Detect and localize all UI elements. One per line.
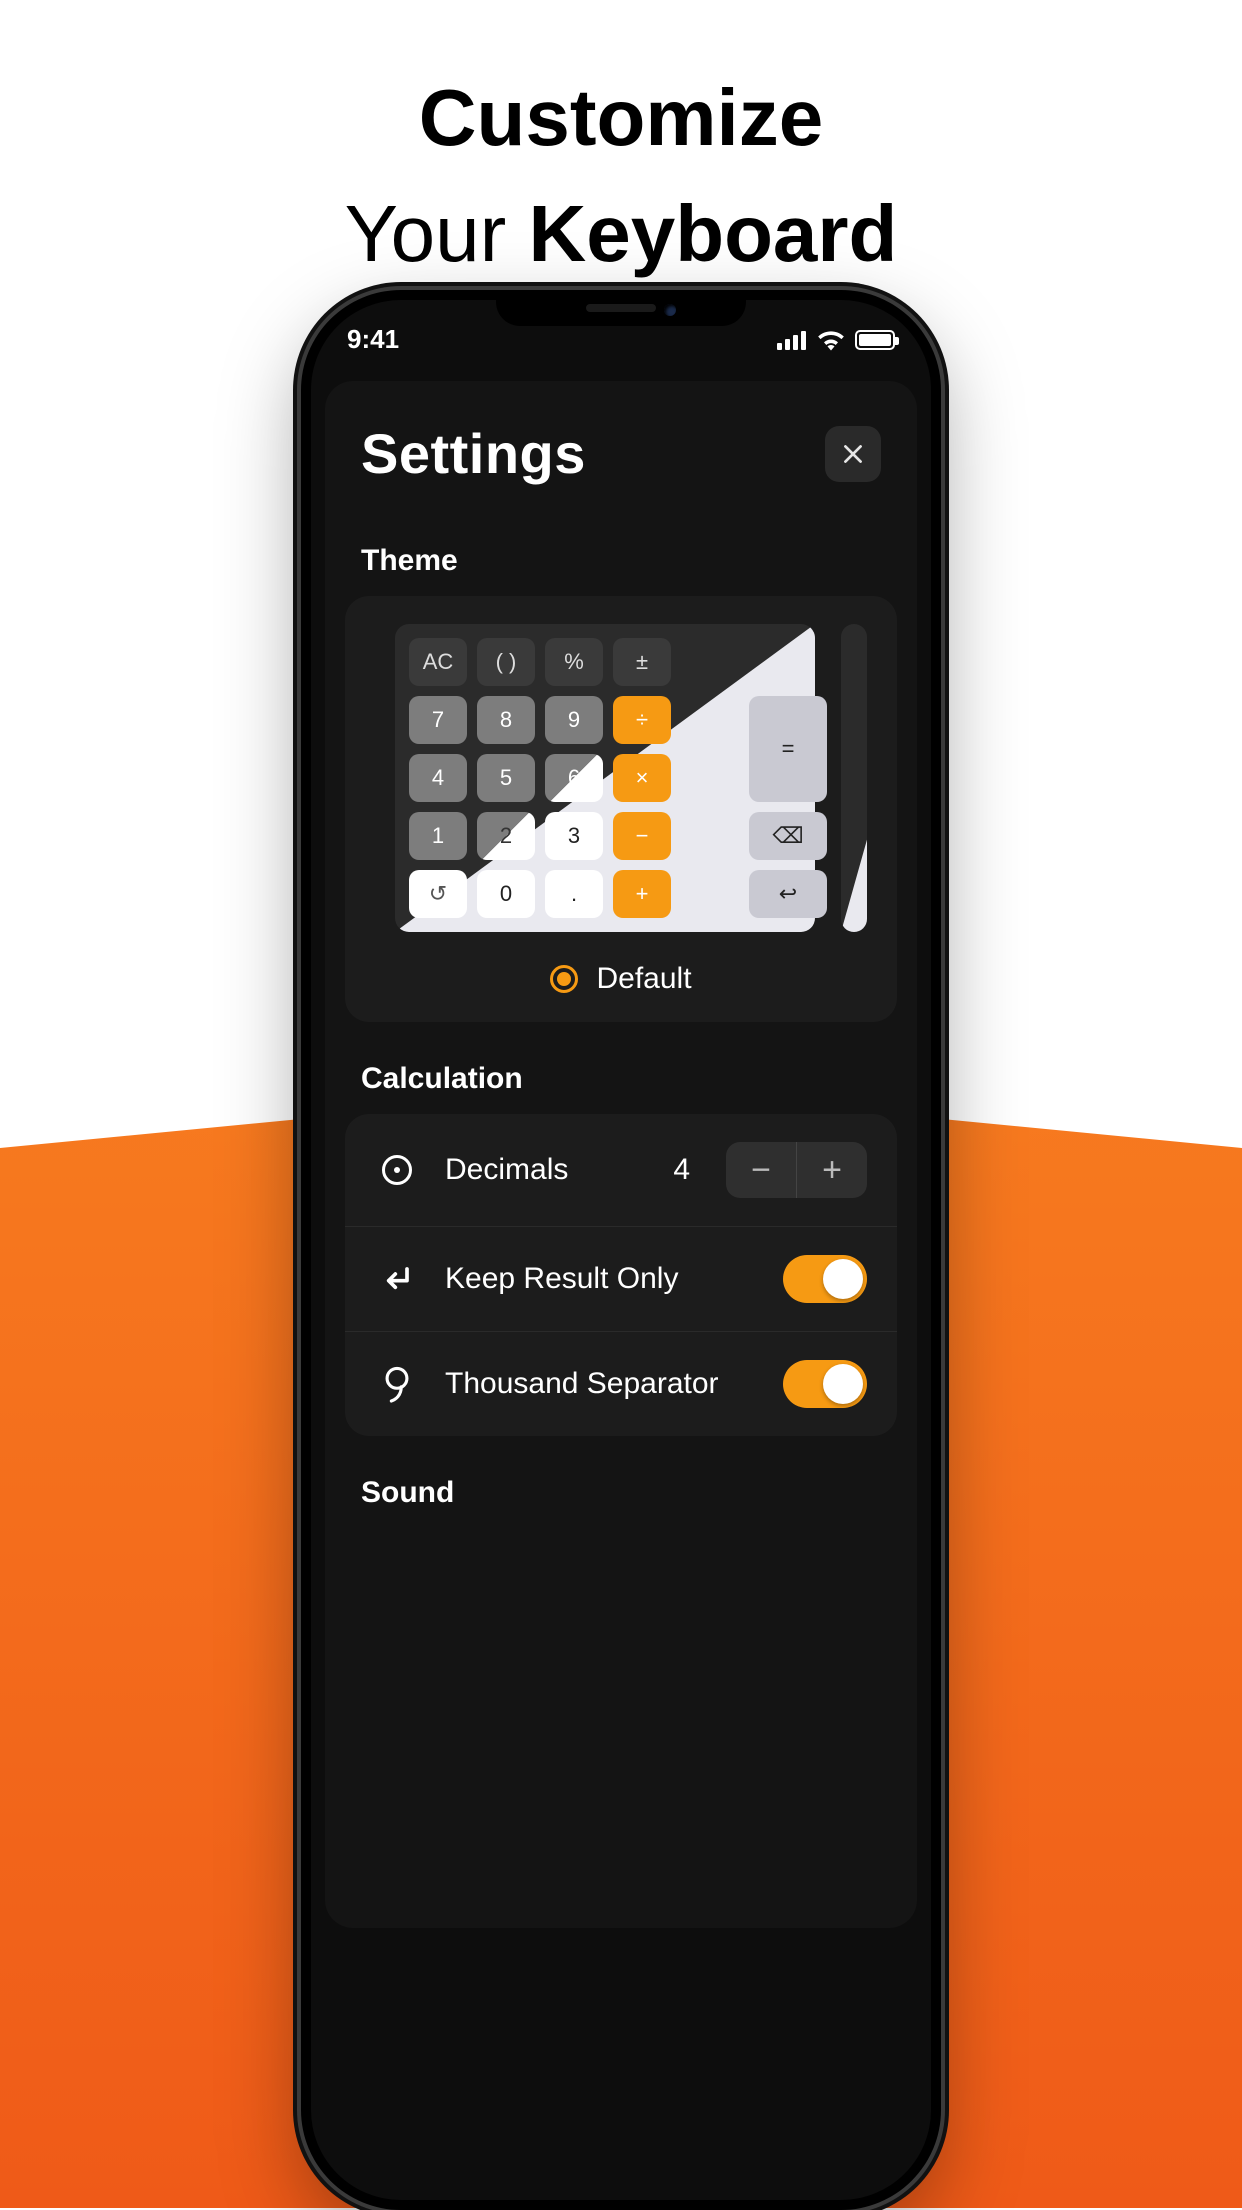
theme-selected-indicator[interactable]: Default (345, 962, 897, 996)
calc-key-blank (681, 754, 739, 802)
calc-key-blank (681, 812, 739, 860)
calc-key-8: 8 (477, 696, 535, 744)
calc-key-dot: . (545, 870, 603, 918)
calc-key-blank (681, 870, 739, 918)
promo-line2a: Your (345, 189, 529, 278)
calc-key-ac: AC (409, 638, 467, 686)
calc-key-9: 9 (545, 696, 603, 744)
decimals-stepper: − + (726, 1142, 867, 1198)
decimals-value: 4 (673, 1153, 690, 1187)
return-icon (375, 1257, 419, 1301)
calc-key-6: 6 (545, 754, 603, 802)
section-sound-label: Sound (325, 1436, 917, 1528)
target-icon (375, 1148, 419, 1192)
decimals-increment[interactable]: + (797, 1142, 867, 1198)
calc-key-enter: ↩ (749, 870, 827, 918)
page-title: Settings (361, 421, 586, 486)
calc-key-backspace: ⌫ (749, 812, 827, 860)
battery-icon (855, 330, 895, 350)
calc-key-equals: = (749, 696, 827, 802)
row-decimals: Decimals 4 − + (345, 1114, 897, 1227)
calc-key-2: 2 (477, 812, 535, 860)
calc-key-plusminus: ± (613, 638, 671, 686)
calc-key-blank (681, 638, 739, 686)
radio-on-icon (550, 965, 578, 993)
settings-sheet: Settings Theme AC ( ) % ± (325, 381, 917, 1928)
wifi-icon (817, 329, 845, 351)
calc-key-3: 3 (545, 812, 603, 860)
signal-icon (777, 330, 807, 350)
status-time: 9:41 (347, 324, 399, 355)
calc-key-blank (749, 638, 827, 686)
theme-preview-next-peek[interactable] (841, 624, 867, 932)
decimals-decrement[interactable]: − (726, 1142, 796, 1198)
calculation-list: Decimals 4 − + Keep Result Only (345, 1114, 897, 1436)
calc-key-blank (681, 696, 739, 744)
decimals-label: Decimals (445, 1153, 647, 1187)
calc-key-0: 0 (477, 870, 535, 918)
calc-key-paren: ( ) (477, 638, 535, 686)
calc-key-undo: ↺ (409, 870, 467, 918)
theme-selected-label: Default (596, 962, 691, 996)
promo-line1: Customize (419, 73, 824, 162)
keep-result-label: Keep Result Only (445, 1262, 757, 1296)
notch (496, 290, 746, 326)
thousand-toggle[interactable] (783, 1360, 867, 1408)
calc-key-divide: ÷ (613, 696, 671, 744)
theme-preview-default[interactable]: AC ( ) % ± 7 8 9 ÷ = 4 (395, 624, 815, 932)
calc-key-minus: − (613, 812, 671, 860)
row-keep-result: Keep Result Only (345, 1227, 897, 1332)
theme-card: AC ( ) % ± 7 8 9 ÷ = 4 (345, 596, 897, 1022)
section-theme-label: Theme (325, 504, 917, 596)
close-icon (840, 441, 866, 467)
row-thousand-separator: Thousand Separator (345, 1332, 897, 1436)
calc-key-1: 1 (409, 812, 467, 860)
comma-icon (375, 1362, 419, 1406)
promo-title: Customize Your Keyboard (0, 60, 1242, 292)
close-button[interactable] (825, 426, 881, 482)
screen: 9:41 Settings Theme (311, 300, 931, 2200)
calc-key-plus: + (613, 870, 671, 918)
keep-result-toggle[interactable] (783, 1255, 867, 1303)
thousand-label: Thousand Separator (445, 1367, 757, 1401)
calc-key-multiply: × (613, 754, 671, 802)
section-calculation-label: Calculation (325, 1022, 917, 1114)
calc-key-5: 5 (477, 754, 535, 802)
calc-key-percent: % (545, 638, 603, 686)
phone-frame: 9:41 Settings Theme (301, 290, 941, 2210)
calc-key-4: 4 (409, 754, 467, 802)
promo-line2b: Keyboard (528, 189, 897, 278)
calc-key-7: 7 (409, 696, 467, 744)
